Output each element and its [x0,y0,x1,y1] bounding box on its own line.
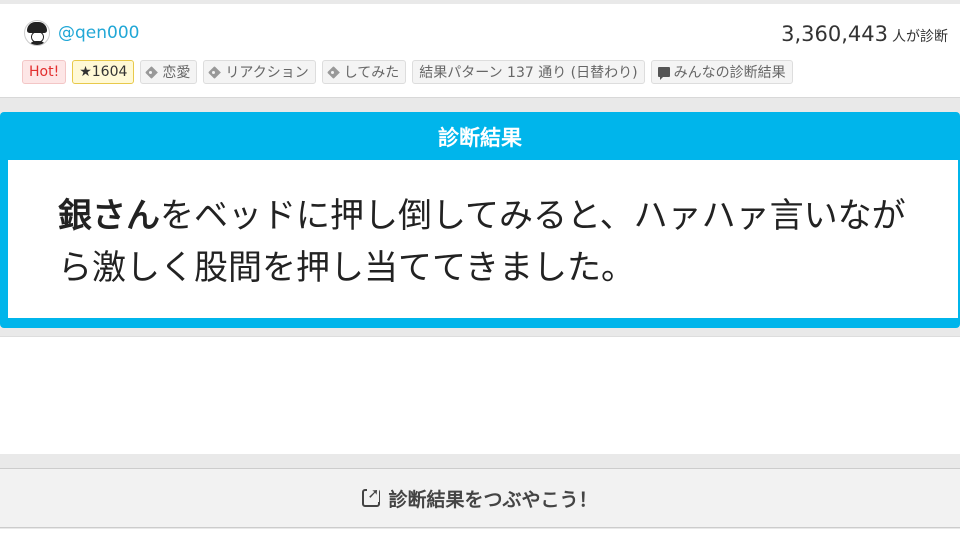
tag-romance[interactable]: 恋愛 [140,60,198,84]
everyone-results-label: みんなの診断結果 [673,65,786,81]
tag-icon [147,67,158,78]
result-panel: 診断結果 銀さんをベッドに押し倒してみると、ハァハァ言いながら激しく股間を押し当… [0,112,960,328]
tag-icon [210,67,221,78]
avatar[interactable] [24,20,50,46]
diagnosis-count-number: 3,360,443 [781,22,888,46]
tag-list: Hot! ★1604 恋愛 リアクション してみた 結果パターン 137 通り … [22,60,793,84]
diagnosis-header: @qen000 3,360,443 人が診断 Hot! ★1604 恋愛 リアク… [0,4,960,98]
share-icon [362,486,381,507]
footer-area [0,529,960,544]
tag-reaction[interactable]: リアクション [203,60,316,84]
hot-badge[interactable]: Hot! [22,60,67,84]
favorite-count-badge[interactable]: ★1604 [72,60,135,84]
share-label: 診断結果をつぶやこう！ [388,488,598,511]
tag-label: 恋愛 [162,65,191,81]
author[interactable]: @qen000 [24,20,139,46]
result-sentence: をベッドに押し倒してみると、ハァハァ言いながら激しく股間を押し当ててきました。 [58,196,906,288]
everyone-results-link[interactable]: みんなの診断結果 [650,60,793,84]
diagnosis-count: 3,360,443 人が診断 [781,22,948,46]
result-patterns-badge: 結果パターン 137 通り (日替わり) [412,60,645,84]
result-text: 銀さんをベッドに押し倒してみると、ハァハァ言いながら激しく股間を押し当ててきまし… [8,160,958,318]
content-area [0,336,960,454]
speech-bubble-icon [657,67,670,80]
tag-tried[interactable]: してみた [321,60,407,84]
result-title: 診断結果 [438,126,522,150]
tag-icon [329,67,340,78]
author-handle-link[interactable]: @qen000 [58,23,139,43]
tag-label: してみた [343,65,400,81]
result-name: 銀さん [58,196,160,236]
share-result-button[interactable]: 診断結果をつぶやこう！ [0,468,960,528]
tag-label: リアクション [225,65,309,81]
diagnosis-count-unit: 人が診断 [892,29,948,45]
